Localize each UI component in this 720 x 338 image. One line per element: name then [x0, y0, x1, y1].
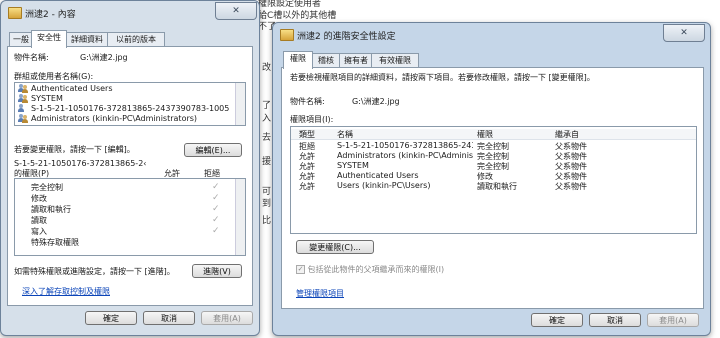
advanced-titlebar[interactable]: 洲逮2 的進階安全性設定 ✕ [273, 23, 710, 45]
users-icon [18, 84, 28, 93]
change-permission-hint: 若要變更權限，請按一下 [編輯]。 [14, 145, 135, 154]
edit-button[interactable]: 編輯(E)... [184, 143, 242, 157]
properties-titlebar[interactable]: 洲逮2 - 內容 ✕ [1, 1, 259, 23]
background-char: 改 [262, 63, 272, 73]
deny-check: ✓ [212, 204, 220, 214]
apply-button[interactable]: 套用(A) [201, 311, 253, 325]
inherit-checkbox-label: 包括從此物件的父項繼承而來的權限(I) [307, 265, 445, 274]
deny-check: ✓ [212, 226, 220, 236]
properties-window: 洲逮2 - 內容 ✕ 一般 安全性 詳細資料 以前的版本 物件名稱: G:\洲逮… [0, 0, 260, 336]
inherit-checkbox[interactable]: ✓ 包括從此物件的父項繼承而來的權限(I) [296, 264, 444, 275]
permission-for-label: S-1-5-21-1050176-372813865-2‹ [14, 159, 147, 168]
deny-check: ✓ [212, 215, 220, 225]
cancel-button[interactable]: 取消 [589, 313, 641, 327]
permissions-panel: 若要檢視權限項目的詳細資料，請按兩下項目。若要修改權限，請按一下 [變更權限]。… [281, 67, 704, 309]
tab-previous-versions[interactable]: 以前的版本 [107, 32, 165, 47]
table-header: 類型 名稱 權限 繼承自 [291, 129, 696, 140]
tab-permissions[interactable]: 權限 [283, 51, 313, 69]
change-permissions-button[interactable]: 變更權限(C)... [296, 240, 374, 254]
cancel-button[interactable]: 取消 [143, 311, 195, 325]
users-icon [18, 94, 28, 103]
deny-check: ✓ [212, 182, 220, 192]
apply-button[interactable]: 套用(A) [647, 313, 699, 327]
background-char: 去 [262, 133, 272, 143]
scrollbar[interactable] [235, 179, 245, 255]
advanced-button[interactable]: 進階(V) [192, 264, 242, 278]
close-button[interactable]: ✕ [663, 24, 705, 42]
groups-label: 群組或使用者名稱(G): [14, 72, 94, 81]
window-title: 洲逮2 - 內容 [25, 10, 76, 20]
window-title: 洲逮2 的進階安全性設定 [297, 32, 396, 42]
permission-list[interactable]: 完全控制 ✓ 修改 ✓ 讀取和執行 ✓ 讀取 ✓ 寫入 ✓ 特殊存取權限 [14, 178, 246, 256]
folder-icon [8, 7, 22, 19]
background-char: 到 [262, 199, 272, 209]
background-char: 了 [262, 101, 272, 111]
table-row[interactable]: 允許 Users (kinkin-PC\Users) 讀取和執行 父系物件 [291, 181, 696, 193]
object-name-value: G:\洲逮2.jpg [80, 53, 128, 62]
background-char: 入 [262, 114, 272, 124]
background-char: 援 [262, 157, 272, 167]
ok-button[interactable]: 確定 [531, 313, 583, 327]
tab-auditing[interactable]: 稽核 [311, 53, 341, 68]
column-header-type[interactable]: 類型 [299, 129, 315, 140]
column-header-inherited[interactable]: 繼承自 [555, 129, 579, 140]
user-icon [18, 104, 28, 113]
object-name-label: 物件名稱: [290, 97, 325, 106]
close-button[interactable]: ✕ [215, 2, 257, 20]
tab-general[interactable]: 一般 [9, 32, 33, 47]
users-icon [18, 114, 28, 123]
advanced-hint: 如需特殊權限或進階設定，請按一下 [進階]。 [14, 267, 175, 276]
checkbox-icon: ✓ [296, 265, 305, 274]
permission-row: 特殊存取權限 [31, 238, 79, 247]
background-char: 比 [262, 216, 272, 226]
tab-owner[interactable]: 擁有者 [339, 53, 373, 68]
security-panel: 物件名稱: G:\洲逮2.jpg 群組或使用者名稱(G): Authentica… [7, 46, 253, 306]
column-header-permission[interactable]: 權限 [477, 129, 493, 140]
entries-label: 權限項目(I): [290, 115, 334, 124]
tab-effective-permissions[interactable]: 有效權限 [371, 53, 419, 68]
advanced-security-window: 洲逮2 的進階安全性設定 ✕ 權限 稽核 擁有者 有效權限 若要檢視權限項目的詳… [272, 22, 711, 336]
manage-entries-link[interactable]: 管理權限項目 [296, 288, 344, 299]
user-list[interactable]: Authenticated Users SYSTEM S-1-5-21-1050… [14, 82, 246, 126]
deny-check: ✓ [212, 193, 220, 203]
learn-more-link[interactable]: 深入了解存取控制及權限 [22, 286, 110, 297]
permission-entries-table[interactable]: 類型 名稱 權限 繼承自 拒絕 S-1-5-21-1050176-3728138… [290, 126, 697, 234]
list-item[interactable]: Administrators (kinkin-PC\Administrators… [15, 113, 245, 125]
column-header-name[interactable]: 名稱 [337, 129, 353, 140]
scrollbar[interactable] [235, 83, 245, 125]
ok-button[interactable]: 確定 [85, 311, 137, 325]
object-name-label: 物件名稱: [14, 53, 49, 62]
folder-icon [280, 29, 294, 41]
tab-security[interactable]: 安全性 [31, 30, 67, 48]
tab-details[interactable]: 詳細資料 [65, 32, 109, 47]
intro-text: 若要檢視權限項目的詳細資料，請按兩下項目。若要修改權限，請按一下 [變更權限]。 [290, 73, 595, 82]
object-name-value: G:\洲逮2.jpg [352, 97, 400, 106]
